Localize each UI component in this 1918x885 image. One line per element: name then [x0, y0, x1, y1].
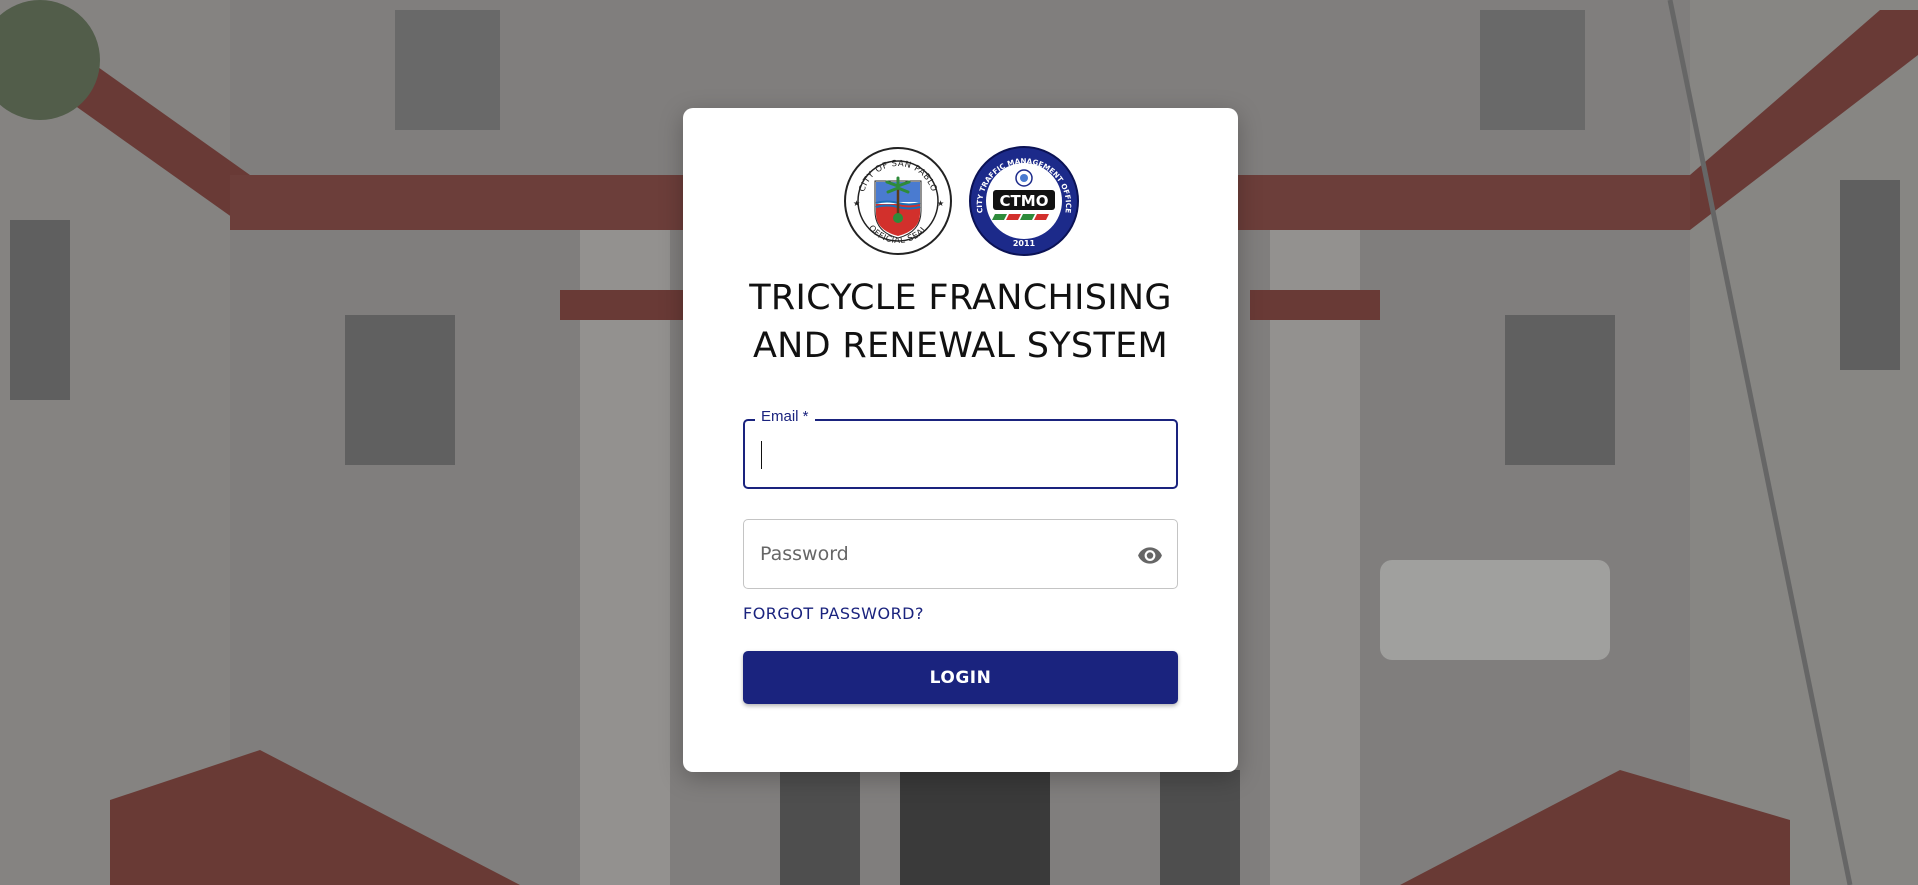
login-button[interactable]: LOGIN: [743, 651, 1178, 704]
password-field[interactable]: [743, 519, 1178, 589]
logo-row: CITY OF SAN PABLO OFFICIAL SEAL ★ ★ CITY…: [683, 146, 1238, 258]
email-input[interactable]: [745, 421, 1105, 487]
svg-text:★: ★: [937, 199, 944, 208]
title-line-1: TRICYCLE FRANCHISING: [749, 278, 1172, 318]
text-cursor: [761, 441, 762, 469]
city-seal-icon: CITY OF SAN PABLO OFFICIAL SEAL ★ ★: [843, 147, 952, 255]
password-input[interactable]: [744, 520, 1104, 588]
ctmo-logo-icon: CITY TRAFFIC MANAGEMENT OFFICE 2011 CTMO: [968, 146, 1079, 256]
eye-icon[interactable]: [1135, 542, 1165, 568]
ctmo-year-text: 2011: [1012, 239, 1035, 248]
ctmo-center-text: CTMO: [999, 192, 1048, 210]
login-card: CITY OF SAN PABLO OFFICIAL SEAL ★ ★ CITY…: [683, 108, 1238, 772]
svg-text:★: ★: [853, 199, 860, 208]
title-line-2: AND RENEWAL SYSTEM: [752, 326, 1169, 366]
forgot-password-link[interactable]: FORGOT PASSWORD?: [743, 604, 924, 623]
email-field[interactable]: Email *: [743, 408, 1178, 489]
page-title: TRICYCLE FRANCHISING AND RENEWAL SYSTEM: [703, 274, 1218, 370]
